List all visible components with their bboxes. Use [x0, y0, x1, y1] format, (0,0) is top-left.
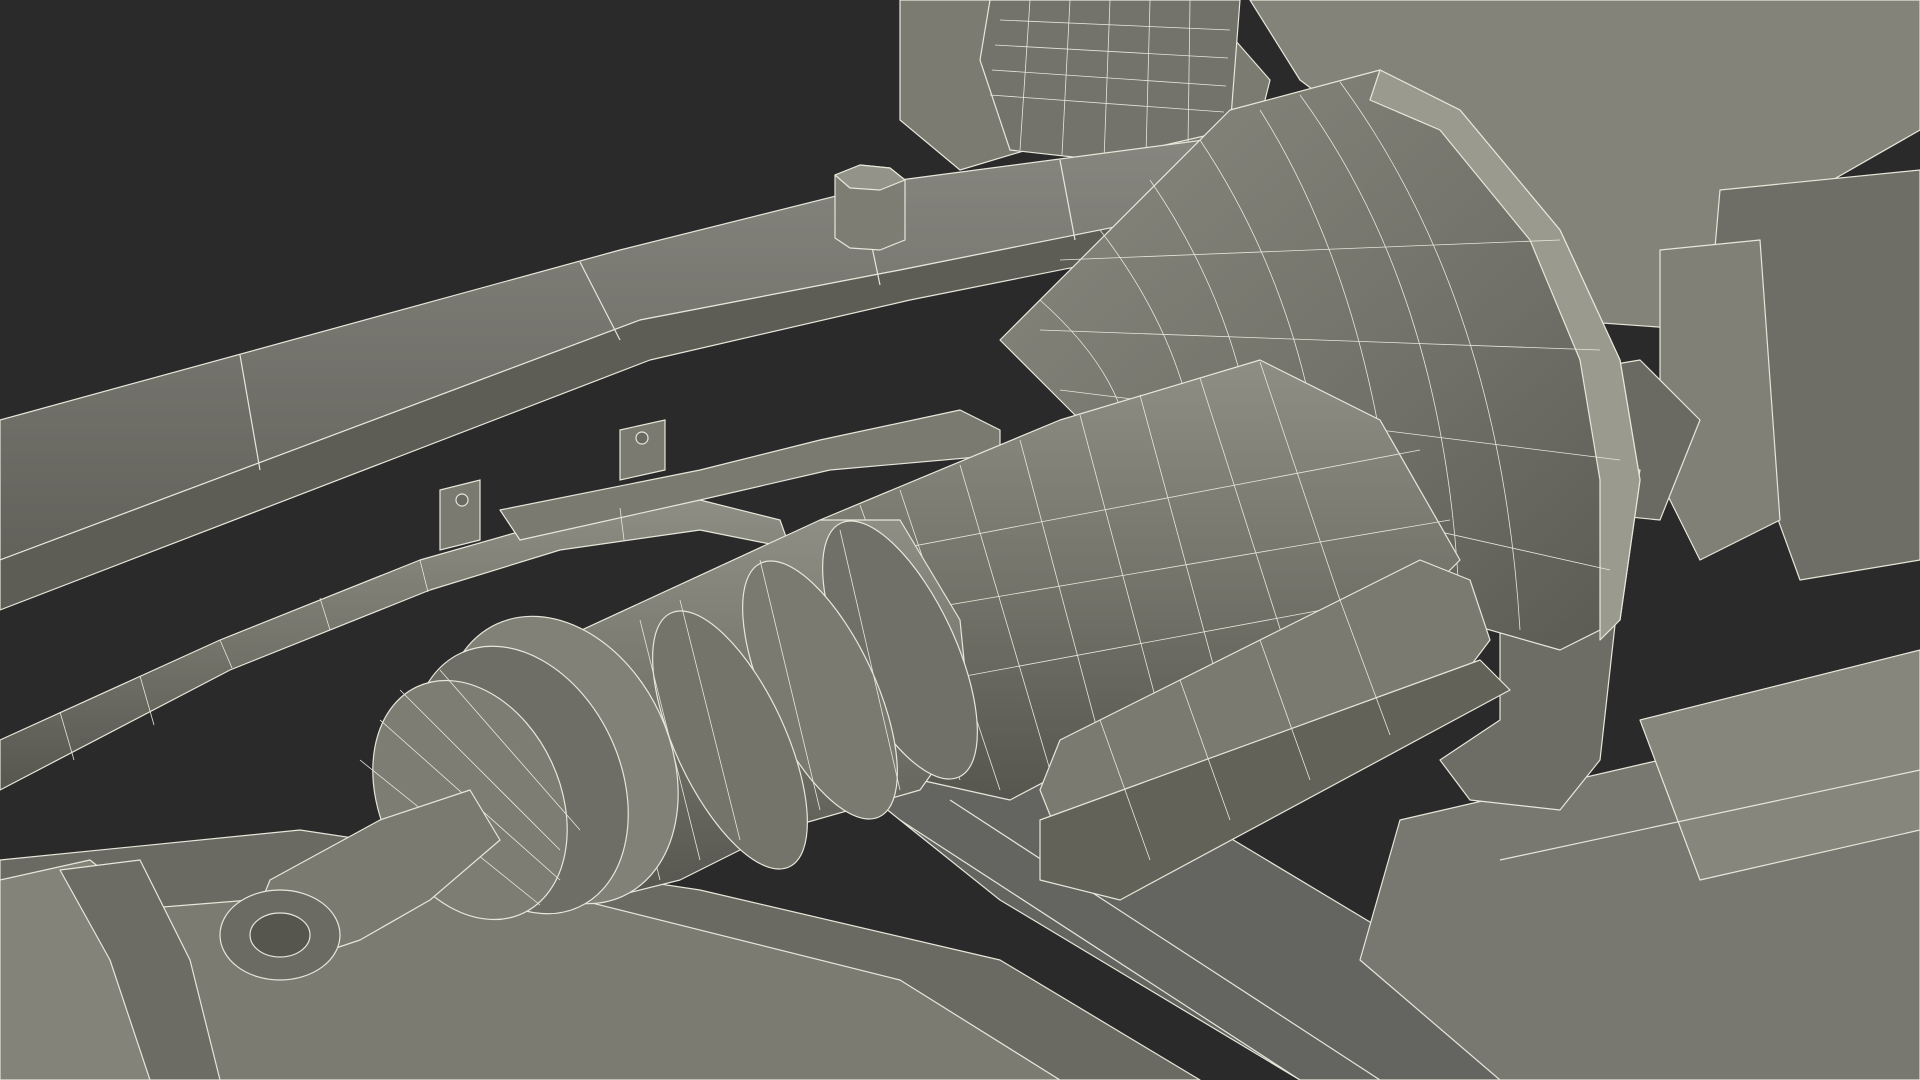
3d-viewport[interactable] — [0, 0, 1920, 1080]
wireframe-render — [0, 0, 1920, 1080]
